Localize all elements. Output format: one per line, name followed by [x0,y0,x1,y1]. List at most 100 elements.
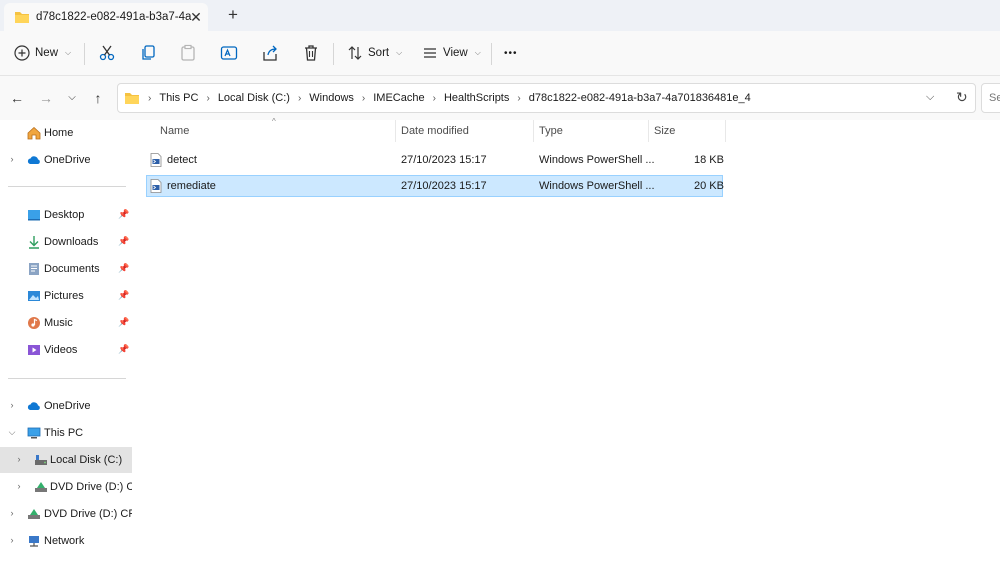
sidebar-item-network[interactable]: › Network [0,528,132,554]
search-input[interactable]: Se [981,83,1000,113]
sidebar-item-music[interactable]: Music 📌 [0,310,132,336]
sort-button[interactable]: Sort ⌵ [347,41,402,65]
chevron-right-icon[interactable]: › [7,508,17,518]
sidebar-item-documents[interactable]: Documents 📌 [0,256,132,282]
sort-label: Sort [368,47,390,59]
network-icon [29,536,39,547]
forward-arrow-icon[interactable]: → [37,89,55,107]
up-arrow-icon[interactable]: ↑ [89,89,107,107]
sort-ascending-icon: ^ [272,117,276,126]
chevron-right-icon[interactable]: › [14,481,24,491]
chevron-right-icon[interactable]: › [14,454,24,464]
music-icon [28,317,40,329]
column-divider[interactable] [725,120,726,142]
download-icon [29,236,39,249]
address-bar[interactable]: › This PC › Local Disk (C:) › Windows › … [117,83,976,113]
share-icon[interactable] [260,43,280,63]
breadcrumb-item[interactable]: IMECache [373,92,424,104]
column-header-date[interactable]: Date modified [401,125,469,137]
sidebar-item-label: OneDrive [44,400,91,412]
chevron-down-icon: ⌵ [396,48,403,57]
sidebar-item-label: Pictures [44,290,84,302]
sidebar-item-downloads[interactable]: Downloads 📌 [0,229,132,255]
rename-icon[interactable] [219,43,239,63]
sidebar-item-onedrive-tree[interactable]: › OneDrive [0,393,132,419]
sidebar-item-home[interactable]: Home [0,120,132,146]
sidebar-item-label: This PC [44,427,84,439]
column-header-name[interactable]: Name [160,125,189,137]
breadcrumb-item[interactable]: This PC [159,92,198,104]
close-tab-icon[interactable]: ✕ [187,8,205,26]
pin-icon[interactable]: 📌 [118,209,129,220]
file-list: ^ Name Date modified Type Size detect 27… [132,117,1000,562]
chevron-right-icon[interactable]: › [7,400,17,410]
dvd-icon [28,509,40,519]
sidebar-item-dvd-drive-1[interactable]: › DVD Drive (D:) CP [0,474,142,500]
breadcrumb: › This PC › Local Disk (C:) › Windows › … [148,92,751,104]
powershell-script-icon [150,153,162,167]
breadcrumb-item[interactable]: Local Disk (C:) [218,92,290,104]
folder-icon [15,12,29,23]
pictures-icon [28,291,40,301]
sidebar-item-onedrive[interactable]: › OneDrive [0,147,132,173]
column-divider[interactable] [533,120,534,142]
recent-locations-chevron-icon[interactable]: ⌵ [63,89,81,107]
column-header-row: ^ Name Date modified Type Size [132,117,732,142]
pin-icon[interactable]: 📌 [118,236,129,247]
column-divider[interactable] [395,120,396,142]
chevron-right-icon: › [297,92,302,104]
sidebar-item-desktop[interactable]: Desktop 📌 [0,202,132,228]
chevron-right-icon[interactable]: › [7,535,17,545]
chevron-down-icon: ⌵ [474,48,481,57]
breadcrumb-item[interactable]: d78c1822-e082-491a-b3a7-4a701836481e_4 [529,92,751,104]
sidebar-item-pictures[interactable]: Pictures 📌 [0,283,132,309]
pin-icon[interactable]: 📌 [118,317,129,328]
new-tab-button[interactable]: + [223,5,243,25]
delete-icon[interactable] [301,43,321,63]
pin-icon[interactable]: 📌 [118,263,129,274]
breadcrumb-item[interactable]: Windows [309,92,354,104]
sidebar-item-this-pc[interactable]: ⌵ This PC [0,420,132,446]
chevron-down-icon[interactable]: ⌵ [7,427,17,438]
sidebar-item-dvd-drive-2[interactable]: › DVD Drive (D:) CPB/ [0,501,147,527]
file-name: remediate [167,180,216,192]
copy-icon[interactable] [138,43,158,63]
file-name: detect [167,154,197,166]
back-arrow-icon[interactable]: ← [8,89,26,107]
refresh-icon[interactable]: ↻ [956,89,968,106]
sidebar-item-videos[interactable]: Videos 📌 [0,337,132,363]
column-divider[interactable] [648,120,649,142]
paste-icon[interactable] [178,43,198,63]
sidebar-item-label: Downloads [44,236,99,248]
toolbar-divider [491,43,492,65]
videos-icon [28,345,40,355]
more-options-button[interactable]: ••• [504,41,518,65]
home-icon [27,126,41,140]
address-history-chevron-icon[interactable]: ⌵ [926,91,934,104]
file-row-remediate[interactable]: remediate 27/10/2023 15:17 Windows Power… [146,175,724,197]
cut-icon[interactable] [97,43,117,63]
sidebar-item-label: Documents [44,263,100,275]
powershell-script-icon [150,179,162,193]
breadcrumb-item[interactable]: HealthScripts [444,92,509,104]
view-list-icon [424,48,436,58]
sidebar-divider [8,378,126,379]
sidebar-item-local-disk-c[interactable]: › Local Disk (C:) [0,447,132,473]
new-button[interactable]: New ⌵ [14,41,71,65]
sidebar-item-label: Home [44,127,74,139]
drive-icon [35,455,47,465]
sidebar-item-label: Local Disk (C:) [50,454,123,466]
column-header-size[interactable]: Size [654,125,675,137]
pin-icon[interactable]: 📌 [118,344,129,355]
file-row-detect[interactable]: detect 27/10/2023 15:17 Windows PowerShe… [146,149,724,171]
chevron-right-icon[interactable]: › [7,154,17,164]
pin-icon[interactable]: 📌 [118,290,129,301]
view-button[interactable]: View ⌵ [422,41,481,65]
sort-icon [348,46,362,60]
chevron-right-icon: › [432,92,436,104]
column-header-type[interactable]: Type [539,125,563,137]
chevron-right-icon: › [206,92,210,104]
sidebar-divider [8,186,126,187]
computer-icon [27,427,41,439]
tab-current-folder[interactable]: d78c1822-e082-491a-b3a7-4a ✕ [4,3,208,31]
